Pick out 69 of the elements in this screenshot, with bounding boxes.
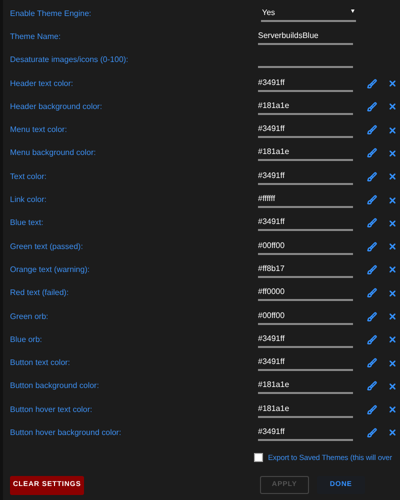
input-field[interactable]: #00ff00 bbox=[258, 238, 353, 255]
field-label: Desaturate images/icons (0-100): bbox=[9, 54, 130, 66]
brush-icon[interactable] bbox=[367, 148, 377, 158]
brush-icon[interactable] bbox=[367, 404, 377, 415]
brush-icon[interactable] bbox=[367, 218, 377, 228]
input-field[interactable]: #3491ff bbox=[258, 122, 353, 138]
brush-icon[interactable] bbox=[367, 288, 377, 298]
close-icon[interactable] bbox=[388, 288, 397, 298]
brush-icon[interactable] bbox=[367, 312, 377, 322]
input-field[interactable]: #3491ff bbox=[258, 424, 353, 441]
field-label: Menu background color: bbox=[9, 147, 97, 160]
input-field[interactable]: #181a1e bbox=[258, 378, 353, 394]
field-label: Theme Name: bbox=[9, 30, 62, 43]
input-field[interactable]: #181a1e bbox=[258, 145, 353, 162]
field-label: Blue text: bbox=[9, 217, 44, 230]
field-label: Header text color: bbox=[9, 78, 74, 90]
field-label: Green orb: bbox=[9, 310, 50, 322]
input-field[interactable]: #3491ff bbox=[258, 76, 353, 92]
input-field[interactable]: #3491ff bbox=[258, 355, 353, 372]
field-label: Text color: bbox=[9, 170, 48, 183]
input-field[interactable]: #ff0000 bbox=[258, 285, 353, 302]
brush-icon[interactable] bbox=[367, 381, 377, 392]
checkbox[interactable] bbox=[254, 453, 263, 462]
field-label: Button text color: bbox=[9, 357, 72, 370]
field-label: Green text (passed): bbox=[9, 240, 84, 253]
brush-icon[interactable] bbox=[367, 264, 377, 275]
close-icon[interactable] bbox=[388, 405, 397, 414]
brush-icon[interactable] bbox=[367, 334, 377, 345]
field-label: Link color: bbox=[9, 194, 48, 206]
field-label: Orange text (warning): bbox=[9, 264, 91, 276]
field-label: Menu text color: bbox=[9, 124, 68, 136]
close-icon[interactable] bbox=[388, 335, 397, 344]
close-icon[interactable] bbox=[388, 242, 397, 252]
input-field[interactable]: #181a1e bbox=[258, 98, 353, 115]
field-label: Blue orb: bbox=[9, 334, 44, 346]
input-field[interactable]: #3491ff bbox=[258, 332, 353, 348]
brush-icon[interactable] bbox=[367, 195, 377, 206]
field-label: Button hover background color: bbox=[9, 426, 122, 439]
field-label: Header background color: bbox=[9, 100, 104, 113]
close-icon[interactable] bbox=[388, 79, 397, 88]
brush-icon[interactable] bbox=[367, 102, 377, 112]
close-icon[interactable] bbox=[388, 148, 397, 158]
close-icon[interactable] bbox=[388, 218, 397, 228]
close-icon[interactable] bbox=[388, 382, 397, 391]
close-icon[interactable] bbox=[388, 126, 397, 135]
brush-icon[interactable] bbox=[367, 358, 377, 368]
brush-icon[interactable] bbox=[367, 125, 377, 136]
brush-icon[interactable] bbox=[367, 428, 377, 438]
close-icon[interactable] bbox=[388, 196, 397, 205]
close-icon[interactable] bbox=[388, 265, 397, 274]
close-icon[interactable] bbox=[388, 312, 397, 321]
input-field[interactable]: #ff8b17 bbox=[258, 262, 353, 278]
brush-icon[interactable] bbox=[367, 78, 377, 89]
input-field[interactable]: #3491ff bbox=[258, 215, 353, 232]
field-label: Button hover text color: bbox=[9, 404, 94, 416]
input-field[interactable]: #181a1e bbox=[258, 402, 353, 418]
field-label: Enable Theme Engine: bbox=[9, 8, 92, 20]
brush-icon[interactable] bbox=[367, 172, 377, 182]
field-label: Button background color: bbox=[9, 380, 100, 392]
input-field[interactable]: ServerbuildsBlue bbox=[258, 28, 353, 45]
close-icon[interactable] bbox=[388, 428, 397, 438]
field-label: Red text (failed): bbox=[9, 287, 70, 300]
close-icon[interactable] bbox=[388, 172, 397, 182]
input-field[interactable]: #ffffff bbox=[258, 192, 353, 208]
brush-icon[interactable] bbox=[367, 242, 377, 252]
input-field[interactable]: #00ff00 bbox=[258, 308, 353, 324]
close-icon[interactable] bbox=[388, 358, 397, 368]
input-field[interactable]: #3491ff bbox=[258, 168, 353, 185]
close-icon[interactable] bbox=[388, 102, 397, 112]
